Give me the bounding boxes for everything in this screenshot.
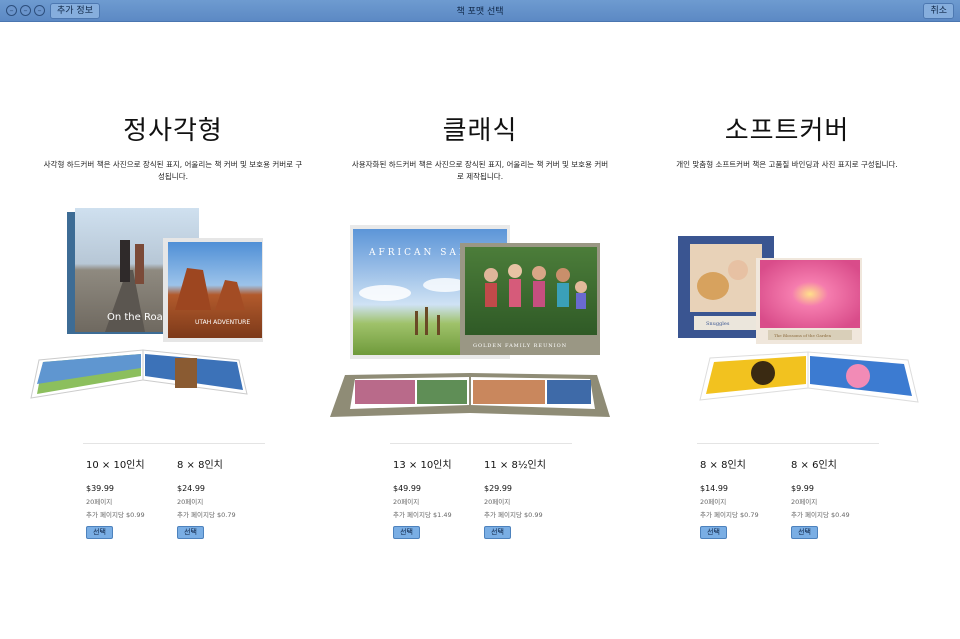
product-option: 10 × 10인치 $39.99 20페이지 추가 페이지당 $0.99 선택 (86, 456, 176, 539)
product-size: 13 × 10인치 (393, 460, 452, 471)
select-button[interactable]: 선택 (791, 526, 818, 539)
square-book-illustration: On the Road UTAH ADVENTURE (30, 208, 263, 399)
product-size: 8 × 8인치 (177, 460, 223, 471)
format-title: 클래식 (442, 116, 518, 146)
format-description: 사용자화된 하드커버 책은 사진으로 장식된 표지, 어울리는 책 커버 및 보… (351, 160, 609, 181)
product-extra-page-price: 추가 페이지당 $0.79 (700, 511, 759, 519)
product-pages: 20페이지 (484, 498, 511, 506)
product-option: 13 × 10인치 $49.99 20페이지 추가 페이지당 $1.49 선택 (393, 456, 483, 539)
product-price: $14.99 (700, 484, 728, 493)
cover-text: GOLDEN FAMILY REUNION (473, 343, 567, 349)
format-square: 정사각형 사각형 하드커버 책은 사진으로 장식된 표지, 어울리는 책 커버 … (33, 110, 313, 183)
product-extra-page-price: 추가 페이지당 $0.99 (484, 511, 543, 519)
divider (83, 443, 265, 444)
product-extra-page-price: 추가 페이지당 $1.49 (393, 511, 452, 519)
select-button[interactable]: 선택 (700, 526, 727, 539)
product-extra-page-price: 추가 페이지당 $0.49 (791, 511, 850, 519)
product-size: 8 × 8인치 (700, 460, 746, 471)
format-title: 정사각형 (123, 116, 223, 146)
product-price: $24.99 (177, 484, 205, 493)
product-option: 8 × 8인치 $14.99 20페이지 추가 페이지당 $0.79 선택 (700, 456, 790, 539)
format-description: 개인 맞춤형 소프트커버 책은 고품질 바인딩과 사진 표지로 구성됩니다. (676, 160, 898, 169)
softcover-book-illustration: Snuggles The Blossoms of the Garden (678, 236, 919, 403)
product-pages: 20페이지 (700, 498, 727, 506)
product-price: $29.99 (484, 484, 512, 493)
cover-text: The Blossoms of the Garden (774, 333, 832, 338)
product-pages: 20페이지 (791, 498, 818, 506)
cover-text: Snuggles (706, 321, 730, 327)
select-button[interactable]: 선택 (177, 526, 204, 539)
product-option: 8 × 8인치 $24.99 20페이지 추가 페이지당 $0.79 선택 (177, 456, 267, 539)
format-title: 소프트커버 (724, 116, 850, 146)
cancel-button[interactable]: 취소 (923, 3, 954, 19)
divider (390, 443, 572, 444)
format-softcover: 소프트커버 개인 맞춤형 소프트커버 책은 고품질 바인딩과 사진 표지로 구성… (647, 110, 927, 171)
format-description: 사각형 하드커버 책은 사진으로 장식된 표지, 어울리는 책 커버 및 보호용… (43, 160, 303, 181)
cover-text: On the Road (107, 312, 169, 323)
product-size: 8 × 6인치 (791, 460, 837, 471)
product-pages: 20페이지 (86, 498, 113, 506)
select-button[interactable]: 선택 (484, 526, 511, 539)
select-button[interactable]: 선택 (86, 526, 113, 539)
title-bar: – – – 추가 정보 책 포맷 선택 취소 (0, 0, 960, 22)
product-option: 11 × 8½인치 $29.99 20페이지 추가 페이지당 $0.99 선택 (484, 456, 574, 539)
product-extra-page-price: 추가 페이지당 $0.99 (86, 511, 145, 519)
product-price: $9.99 (791, 484, 814, 493)
product-price: $49.99 (393, 484, 421, 493)
product-pages: 20페이지 (177, 498, 204, 506)
cover-text: UTAH ADVENTURE (195, 319, 250, 326)
divider (697, 443, 879, 444)
classic-book-illustration: AFRICAN SAFARI GOLDEN FAMILY REUNION (330, 225, 610, 417)
select-button[interactable]: 선택 (393, 526, 420, 539)
product-price: $39.99 (86, 484, 114, 493)
product-size: 10 × 10인치 (86, 460, 145, 471)
product-size: 11 × 8½인치 (484, 460, 546, 471)
format-classic: 클래식 사용자화된 하드커버 책은 사진으로 장식된 표지, 어울리는 책 커버… (340, 110, 620, 183)
window-title: 책 포맷 선택 (456, 7, 504, 17)
product-option: 8 × 6인치 $9.99 20페이지 추가 페이지당 $0.49 선택 (791, 456, 881, 539)
product-extra-page-price: 추가 페이지당 $0.79 (177, 511, 236, 519)
product-pages: 20페이지 (393, 498, 420, 506)
